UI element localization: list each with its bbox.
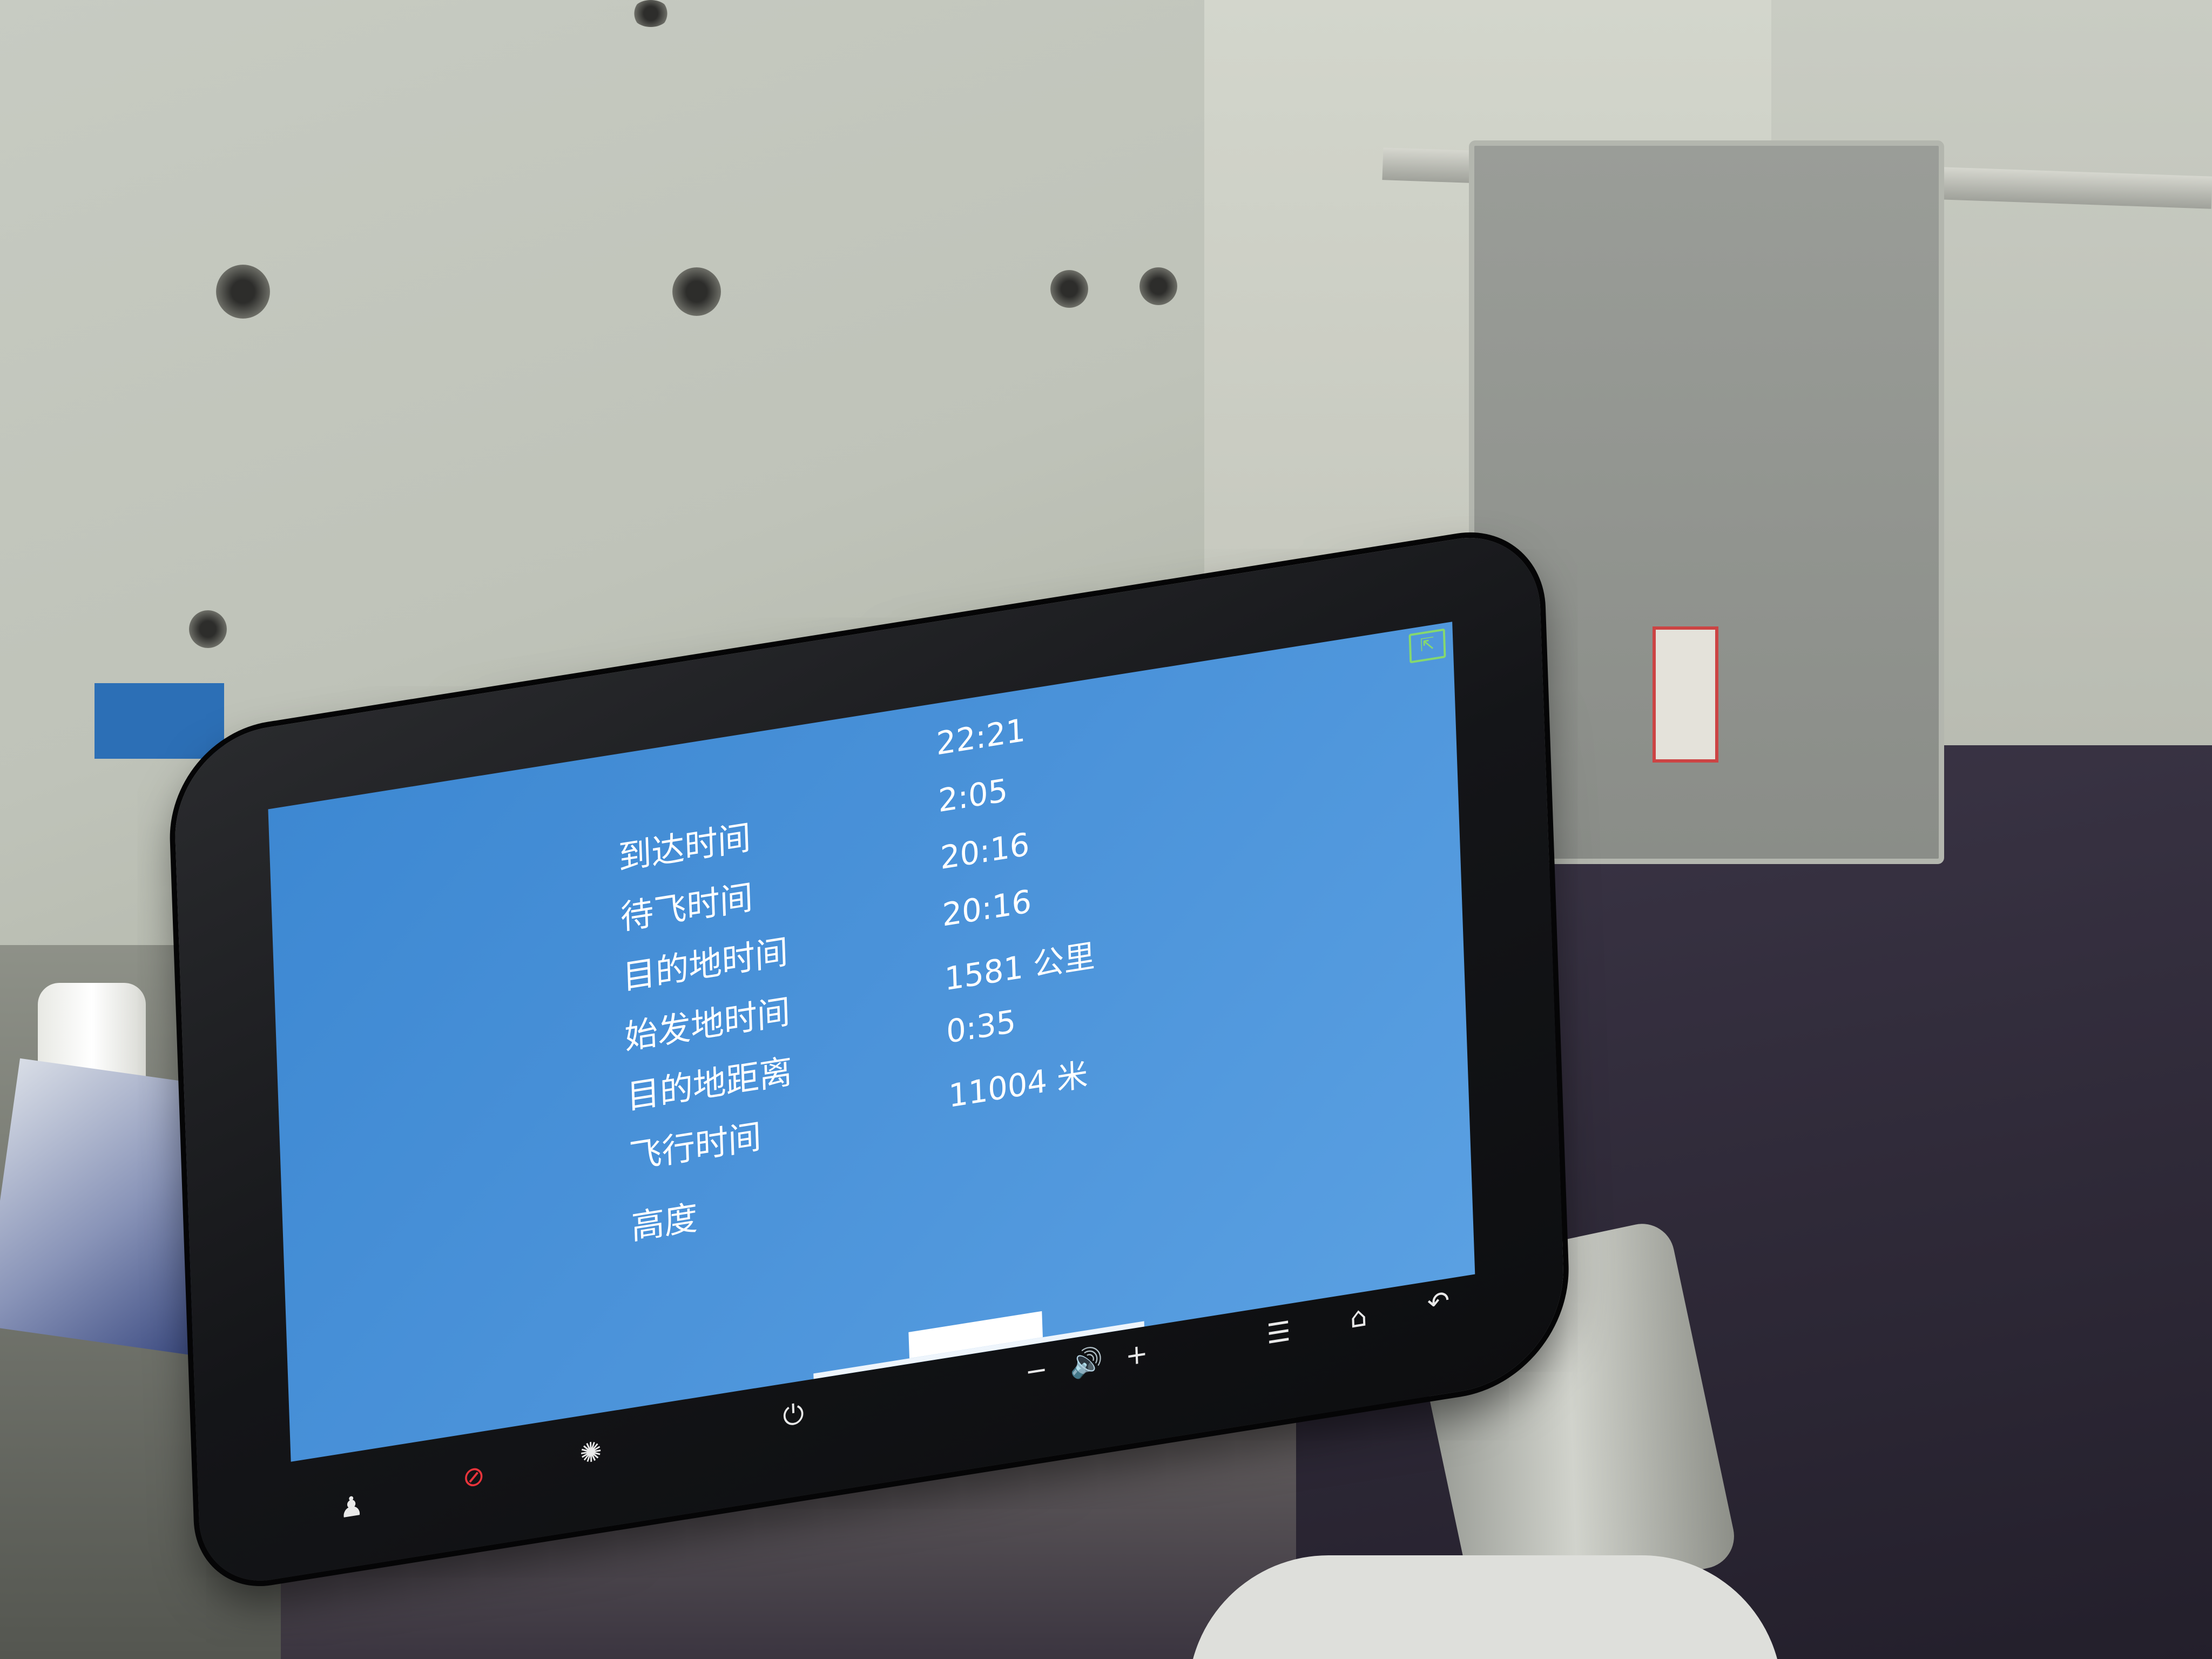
value-altitude: 11004 米 — [948, 1055, 1089, 1115]
cancel-call-icon[interactable]: ⊘ — [455, 1457, 494, 1501]
reading-light-icon[interactable]: ✺ — [572, 1433, 611, 1477]
volume-down-button[interactable]: − — [1024, 1353, 1048, 1388]
value-distance-to-destination: 1581 公里 — [943, 937, 1096, 998]
label-altitude: 高度 — [630, 1197, 698, 1248]
label-flight-time: 飞行时间 — [628, 1116, 762, 1177]
wall-hole — [632, 0, 670, 27]
power-icon[interactable]: ⏻ — [774, 1395, 813, 1439]
value-origin-time: 20:16 — [941, 882, 1033, 934]
wall-hole — [1139, 267, 1177, 305]
wall-hole — [672, 267, 721, 316]
label-arrival-time: 到达时间 — [617, 817, 752, 878]
volume-icon: 🔊 — [1069, 1344, 1104, 1381]
menu-icon[interactable]: ☰ — [1259, 1313, 1298, 1357]
home-icon[interactable]: ⌂ — [1339, 1298, 1378, 1342]
volume-controls: − 🔊 + — [1024, 1335, 1162, 1388]
tray-table — [1188, 1555, 1782, 1659]
cart-label — [1653, 626, 1718, 763]
wall-hole — [216, 265, 270, 319]
exit-icon[interactable]: ⇱ — [1408, 628, 1446, 664]
wall-sticker — [95, 683, 224, 759]
value-arrival-time: 22:21 — [935, 711, 1026, 763]
back-icon[interactable]: ↶ — [1419, 1283, 1458, 1326]
cabin-scene: ⇱ 到达时间 22:21 待飞时间 2:05 目的地时间 20:16 始发地时间… — [0, 0, 2212, 1659]
label-time-to-go: 待飞时间 — [619, 876, 754, 938]
wall-hole — [1050, 270, 1088, 308]
value-time-to-go: 2:05 — [938, 771, 1009, 820]
wall-hole — [189, 610, 227, 648]
value-flight-time: 0:35 — [946, 1002, 1017, 1051]
value-destination-time: 20:16 — [939, 825, 1030, 877]
attendant-call-icon[interactable]: ♟ — [332, 1488, 371, 1532]
volume-up-button[interactable]: + — [1125, 1337, 1148, 1372]
